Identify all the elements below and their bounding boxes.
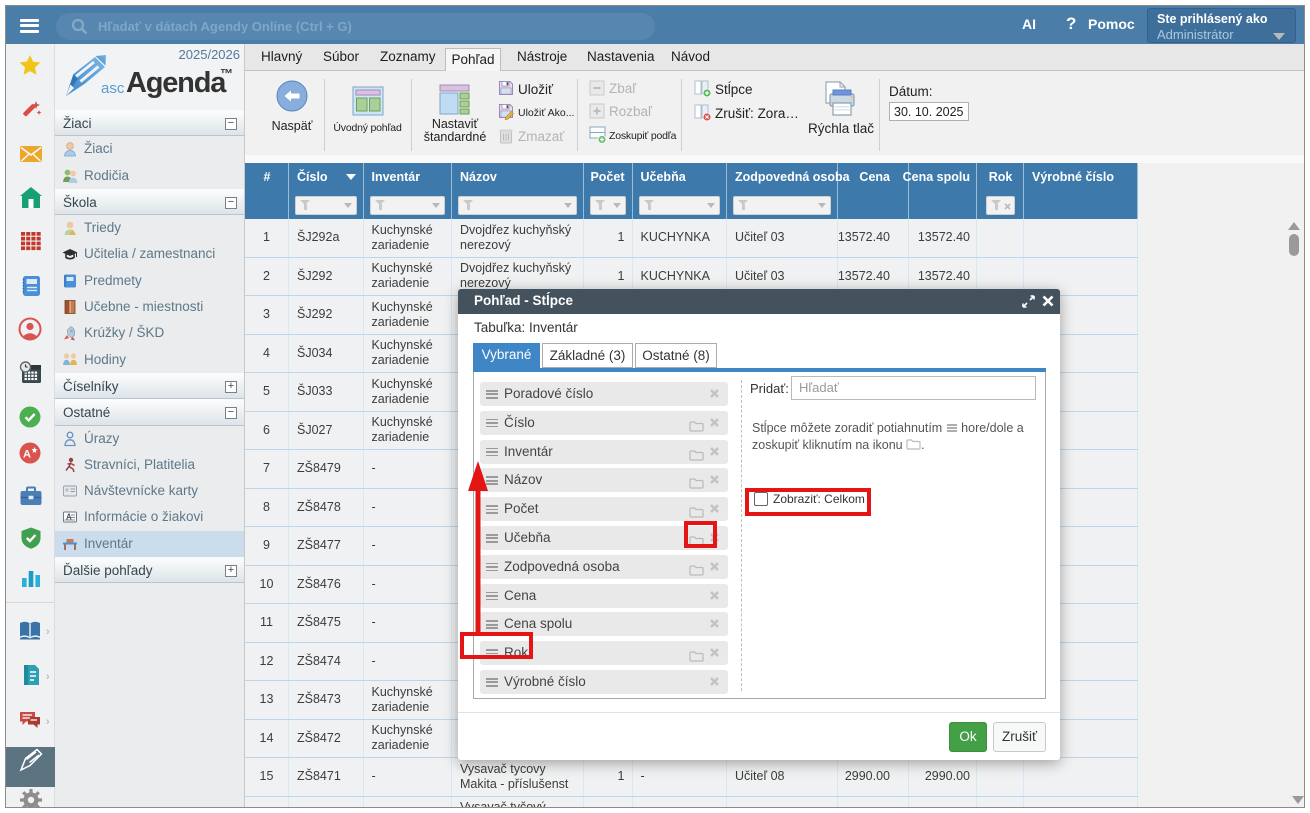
svg-text:A: A <box>23 448 31 460</box>
